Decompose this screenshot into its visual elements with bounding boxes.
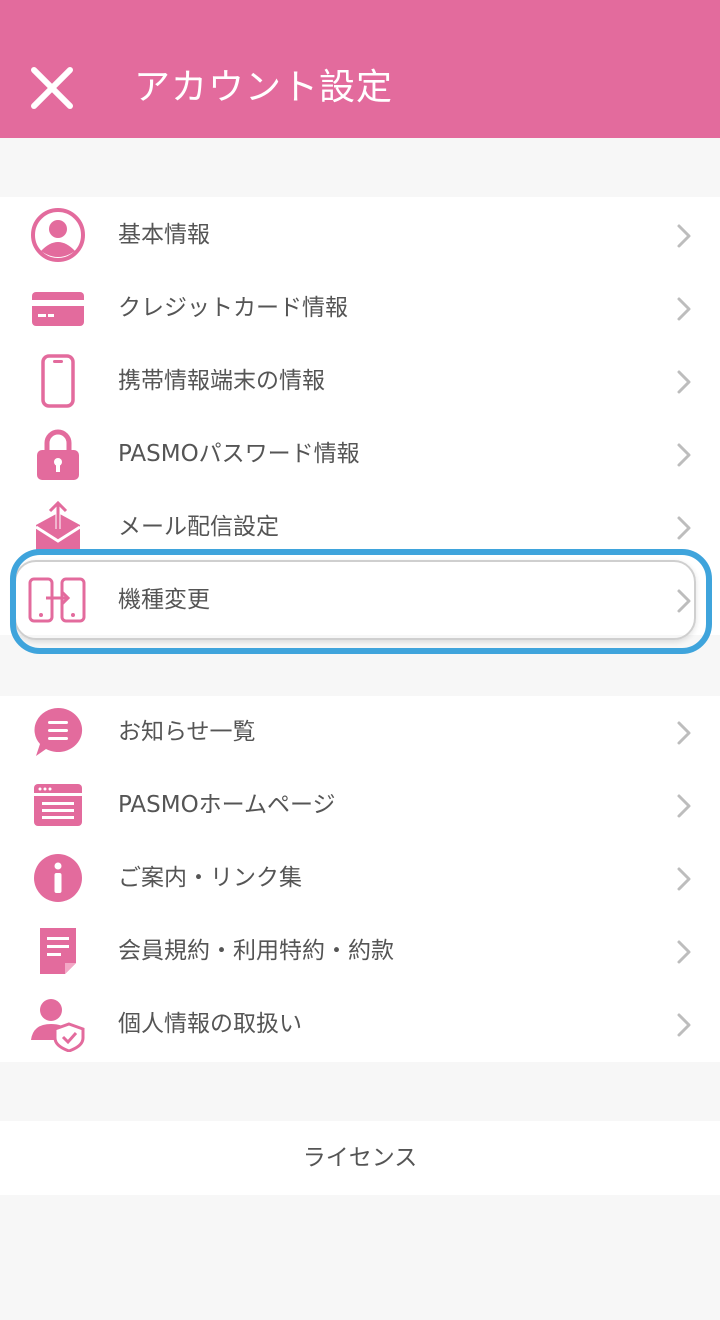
- app-header: アカウント設定: [0, 0, 720, 138]
- info-list: お知らせ一覧 PASMOホームページ ご案内・リンク集 会員規約・利用特約・約款…: [0, 696, 720, 1062]
- menu-item-label: メール配信設定: [118, 514, 279, 540]
- chevron-right-icon: [677, 224, 691, 248]
- chevron-right-icon: [677, 794, 691, 818]
- chevron-right-icon: [677, 940, 691, 964]
- chevron-right-icon: [677, 1013, 691, 1037]
- lock-icon: [28, 426, 88, 482]
- user-icon: [28, 207, 88, 263]
- smartphone-icon: [28, 353, 88, 409]
- chevron-right-icon: [677, 297, 691, 321]
- menu-item-label: PASMOホームページ: [118, 792, 336, 818]
- menu-item-label: PASMOパスワード情報: [118, 441, 360, 467]
- mail-send-icon: [28, 499, 88, 555]
- credit-card-icon: [28, 280, 88, 336]
- chevron-right-icon: [677, 867, 691, 891]
- menu-item-credit-card[interactable]: クレジットカード情報: [0, 272, 720, 345]
- info-icon: [28, 850, 88, 906]
- menu-item-device-change[interactable]: 機種変更: [0, 564, 720, 637]
- chevron-right-icon: [677, 721, 691, 745]
- menu-item-mail-settings[interactable]: メール配信設定: [0, 491, 720, 564]
- menu-item-device-info[interactable]: 携帯情報端末の情報: [0, 345, 720, 418]
- page-title: アカウント設定: [134, 67, 394, 108]
- menu-item-label: 機種変更: [118, 587, 210, 613]
- browser-icon: [28, 777, 88, 833]
- menu-item-pasmo-homepage[interactable]: PASMOホームページ: [0, 769, 720, 842]
- menu-item-guide-links[interactable]: ご案内・リンク集: [0, 842, 720, 915]
- license-button[interactable]: ライセンス: [0, 1121, 720, 1195]
- menu-item-label: 基本情報: [118, 222, 210, 248]
- menu-item-terms[interactable]: 会員規約・利用特約・約款: [0, 915, 720, 988]
- menu-item-label: 携帯情報端末の情報: [118, 368, 325, 394]
- close-button[interactable]: [24, 60, 80, 116]
- menu-item-basic-info[interactable]: 基本情報: [0, 199, 720, 272]
- notice-bubble-icon: [28, 704, 88, 760]
- menu-item-label: 個人情報の取扱い: [118, 1011, 302, 1037]
- menu-item-label: クレジットカード情報: [118, 295, 348, 321]
- menu-item-notices[interactable]: お知らせ一覧: [0, 696, 720, 769]
- chevron-right-icon: [677, 516, 691, 540]
- menu-item-privacy[interactable]: 個人情報の取扱い: [0, 988, 720, 1061]
- device-transfer-icon: [28, 572, 88, 628]
- account-settings-list: 基本情報 クレジットカード情報 携帯情報端末の情報 PASMOパスワード情報 メ…: [0, 197, 720, 635]
- chevron-right-icon: [677, 370, 691, 394]
- chevron-right-icon: [677, 443, 691, 467]
- close-icon: [31, 67, 73, 109]
- menu-item-label: 会員規約・利用特約・約款: [118, 938, 394, 964]
- privacy-user-icon: [28, 996, 88, 1052]
- menu-item-label: お知らせ一覧: [118, 719, 256, 745]
- menu-item-pasmo-password[interactable]: PASMOパスワード情報: [0, 418, 720, 491]
- menu-item-label: ご案内・リンク集: [118, 865, 302, 891]
- document-icon: [28, 923, 88, 979]
- chevron-right-icon: [677, 589, 691, 613]
